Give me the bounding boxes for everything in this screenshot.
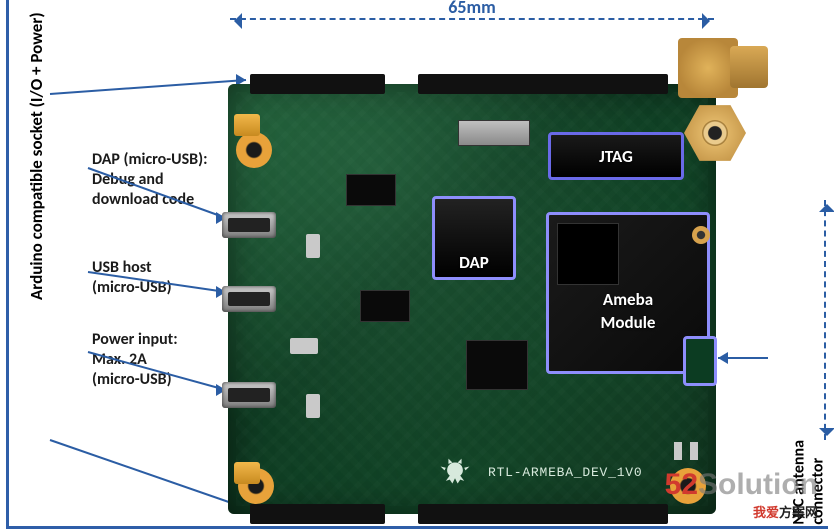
callout-dap-usb: DAP (micro-USB): Debug and download code [92, 150, 242, 210]
ameba-label-1: Ameba [603, 289, 653, 310]
nfc-connector [683, 336, 717, 386]
sma-connector [678, 38, 738, 98]
micro-usb-power [222, 382, 276, 408]
ameba-label-2: Module [601, 312, 656, 333]
ic-chip [466, 340, 528, 390]
micro-usb-host [222, 286, 276, 312]
watermark-cn-red: 我爱 [753, 505, 779, 520]
capacitor [306, 394, 320, 418]
aux-connector [234, 114, 260, 136]
pcb-board: DAP JTAG Ameba Module RTL-ARMEBA_DEV_1V0 [228, 84, 716, 514]
watermark-cn-black: 方案网 [779, 505, 818, 520]
header-top-left [250, 74, 385, 94]
jtag-header: JTAG [548, 132, 684, 180]
resistor [690, 442, 698, 460]
jtag-label: JTAG [599, 146, 633, 167]
resistor [674, 442, 682, 460]
capacitor [306, 234, 320, 258]
callout-usb-host: USB host (micro-USB) [92, 258, 242, 298]
header-top-right [418, 74, 668, 94]
micro-usb-dap [222, 212, 276, 238]
silkscreen-partno: RTL-ARMEBA_DEV_1V0 [488, 465, 642, 480]
callout-arduino-socket: Arduino compatible socket (I/O + Power) [26, 12, 47, 300]
dimension-width: 65mm [230, 2, 714, 24]
ic-chip [346, 174, 396, 206]
mounting-hole [236, 132, 272, 168]
crystal [458, 120, 530, 146]
watermark-num: 52 [665, 468, 698, 501]
header-bottom-left [250, 504, 385, 524]
sma-aperture [702, 120, 728, 146]
dap-chip: DAP [432, 196, 516, 280]
dap-label: DAP [459, 252, 489, 273]
capacitor [290, 338, 318, 354]
watermark-word: Solution [698, 468, 818, 501]
aux-connector [234, 462, 260, 484]
realtek-crab-logo-icon [434, 452, 476, 494]
ufl-connector [692, 226, 710, 244]
watermark: 52Solution 我爱方案网 [665, 468, 818, 521]
ic-chip [360, 290, 410, 322]
dimension-width-label: 65mm [442, 0, 502, 18]
header-bottom-right [418, 504, 668, 524]
callout-power-input: Power input: Max. 2A (micro-USB) [92, 330, 242, 390]
